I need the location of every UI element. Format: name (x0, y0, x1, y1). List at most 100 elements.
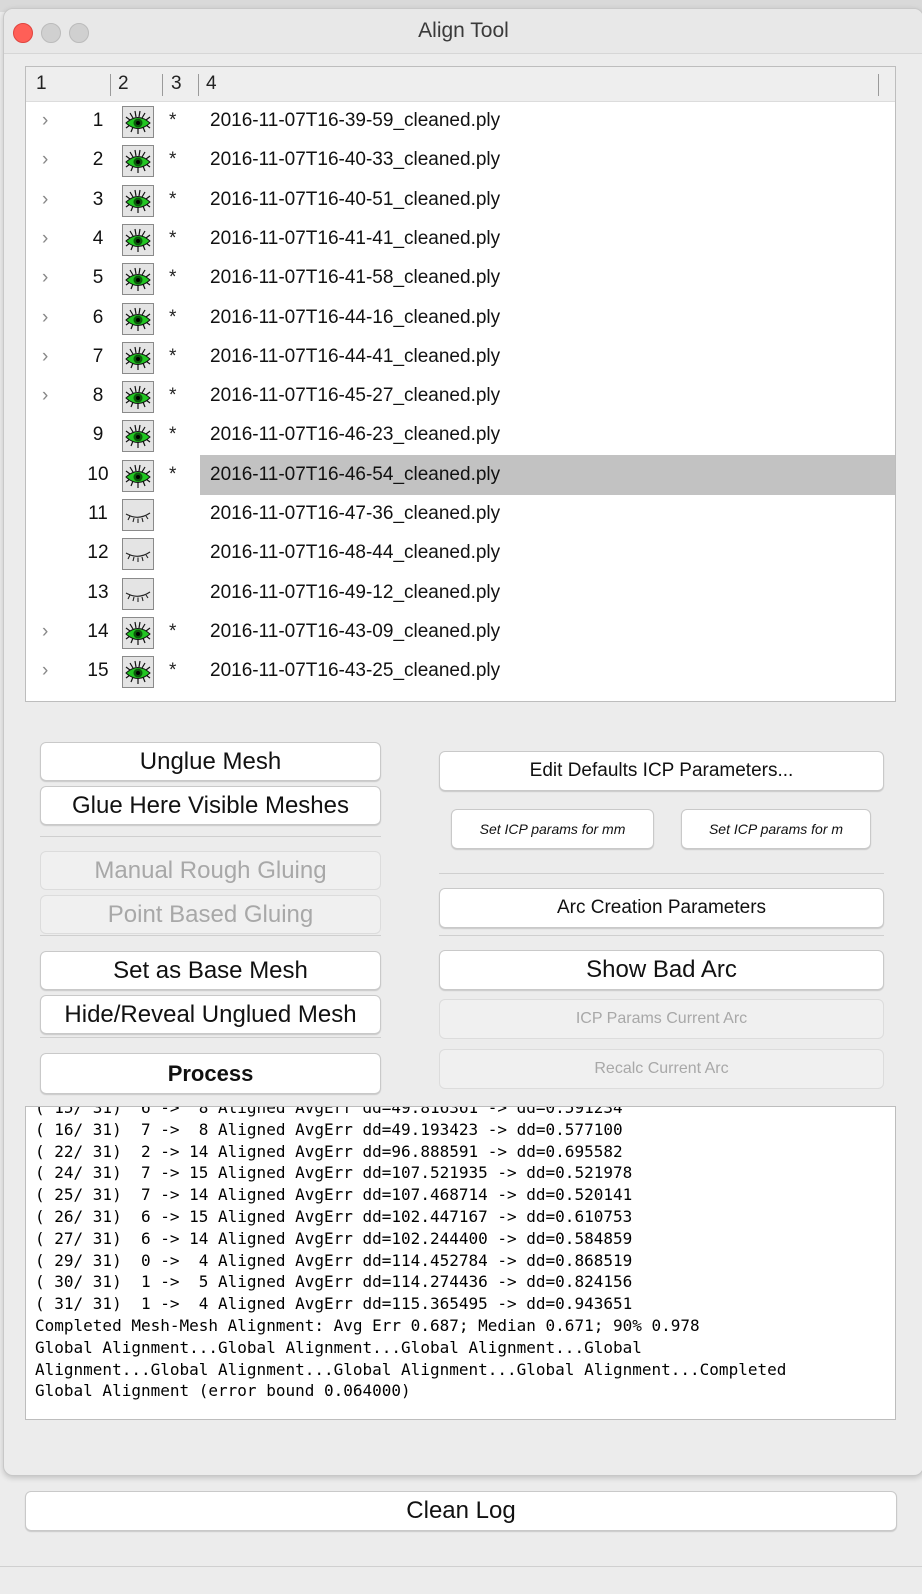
tree-row[interactable]: › 5 * 2016-11-07T16-41-58_cleaned.ply (26, 258, 895, 298)
mesh-filename: 2016-11-07T16-45-27_cleaned.ply (210, 385, 501, 407)
process-button[interactable]: Process (40, 1053, 381, 1094)
chevron-right-icon[interactable]: › (42, 346, 56, 367)
tree-row[interactable]: › 15 * 2016-11-07T16-43-25_cleaned.ply (26, 651, 895, 691)
chevron-right-icon[interactable]: › (42, 386, 56, 406)
chevron-right-icon[interactable]: › (42, 307, 56, 328)
tree-row[interactable]: 9 * 2016-11-07T16-46-23_cleaned.ply (26, 415, 895, 455)
column-divider[interactable] (198, 74, 199, 96)
column-divider[interactable] (878, 74, 879, 96)
separator (439, 873, 884, 874)
column-header-1[interactable]: 1 (36, 67, 47, 101)
tree-row[interactable]: › 2 * 2016-11-07T16-40-33_cleaned.ply (26, 140, 895, 180)
chevron-right-icon[interactable]: › (42, 661, 56, 681)
mesh-index: 3 (92, 188, 104, 210)
tree-row[interactable]: › 1 * 2016-11-07T16-39-59_cleaned.ply (26, 101, 895, 141)
chevron-right-icon[interactable]: › (42, 189, 56, 210)
tree-header: 1 2 3 4 (26, 67, 895, 102)
mesh-index: 9 (92, 424, 104, 446)
log-line: ( 27/ 31) 6 -> 14 Aligned AvgErr dd=102.… (35, 1228, 633, 1248)
eye-open-icon[interactable] (122, 263, 154, 296)
eye-open-icon[interactable] (122, 381, 154, 414)
log-line: ( 25/ 31) 7 -> 14 Aligned AvgErr dd=107.… (35, 1185, 633, 1205)
chevron-right-icon[interactable]: › (42, 150, 56, 170)
log-text: ( 15/ 31) 6 -> 8 Aligned AvgErr dd=49.81… (35, 1107, 786, 1402)
mesh-index: 4 (92, 227, 104, 249)
eye-open-icon[interactable] (122, 106, 154, 138)
glued-marker: * (169, 620, 177, 642)
eye-open-icon[interactable] (122, 616, 154, 649)
eye-closed-icon[interactable] (122, 577, 154, 610)
tree-row[interactable]: 10 * 2016-11-07T16-46-54_cleaned.ply (26, 454, 895, 495)
log-line: ( 31/ 31) 1 -> 4 Aligned AvgErr dd=115.3… (35, 1294, 633, 1314)
hide-reveal-unglued-button[interactable]: Hide/Reveal Unglued Mesh (40, 995, 381, 1034)
chevron-right-icon[interactable]: › (42, 228, 56, 249)
log-line: ( 16/ 31) 7 -> 8 Aligned AvgErr dd=49.19… (35, 1119, 623, 1139)
column-divider[interactable] (110, 74, 111, 96)
eye-open-icon[interactable] (122, 420, 154, 453)
column-header-2[interactable]: 2 (118, 67, 129, 101)
column-divider[interactable] (162, 74, 163, 96)
clean-log-button[interactable]: Clean Log (25, 1491, 897, 1531)
tree-row[interactable]: › 8 * 2016-11-07T16-45-27_cleaned.ply (26, 376, 895, 416)
mesh-filename: 2016-11-07T16-43-25_cleaned.ply (210, 660, 501, 682)
tree-row[interactable]: 11 2016-11-07T16-47-36_cleaned.ply (26, 494, 895, 534)
column-header-3[interactable]: 3 (171, 67, 182, 101)
column-header-4[interactable]: 4 (206, 67, 217, 101)
log-line: ( 22/ 31) 2 -> 14 Aligned AvgErr dd=96.8… (35, 1141, 623, 1161)
mesh-index: 5 (92, 267, 104, 289)
arc-creation-params-button[interactable]: Arc Creation Parameters (439, 888, 884, 928)
chevron-right-icon[interactable]: › (42, 621, 56, 642)
recalc-current-arc-button[interactable]: Recalc Current Arc (439, 1049, 884, 1089)
eye-open-icon[interactable] (122, 302, 154, 335)
mesh-index: 7 (92, 345, 104, 367)
chevron-right-icon[interactable]: › (42, 268, 56, 288)
eye-open-icon[interactable] (122, 656, 154, 689)
unglue-mesh-button[interactable]: Unglue Mesh (40, 742, 381, 781)
eye-open-icon[interactable] (122, 223, 154, 256)
icp-params-m-button[interactable]: Set ICP params for m (681, 809, 871, 849)
eye-closed-icon[interactable] (122, 499, 154, 531)
eye-closed-icon[interactable] (122, 538, 154, 571)
show-bad-arc-button[interactable]: Show Bad Arc (439, 950, 884, 990)
tree-row[interactable]: 13 2016-11-07T16-49-12_cleaned.ply (26, 573, 895, 613)
chevron-right-icon[interactable]: › (42, 111, 56, 131)
log-panel[interactable]: ( 15/ 31) 6 -> 8 Aligned AvgErr dd=49.81… (25, 1106, 896, 1420)
mesh-index: 15 (87, 660, 109, 682)
mesh-index: 1 (92, 110, 104, 131)
manual-rough-gluing-button[interactable]: Manual Rough Gluing (40, 851, 381, 890)
set-base-mesh-button[interactable]: Set as Base Mesh (40, 951, 381, 990)
icp-params-mm-button[interactable]: Set ICP params for mm (451, 809, 654, 849)
tree-row[interactable]: › 4 * 2016-11-07T16-41-41_cleaned.ply (26, 219, 895, 259)
tree-row[interactable]: › 7 * 2016-11-07T16-44-41_cleaned.ply (26, 337, 895, 377)
glued-marker: * (169, 227, 177, 249)
glued-marker: * (169, 110, 177, 131)
mesh-index: 2 (92, 149, 104, 171)
tree-row[interactable]: 12 2016-11-07T16-48-44_cleaned.ply (26, 533, 895, 573)
tree-row[interactable]: › 6 * 2016-11-07T16-44-16_cleaned.ply (26, 298, 895, 338)
point-based-gluing-button[interactable]: Point Based Gluing (40, 895, 381, 934)
log-line: ( 30/ 31) 1 -> 5 Aligned AvgErr dd=114.2… (35, 1272, 633, 1292)
mesh-filename: 2016-11-07T16-46-23_cleaned.ply (210, 424, 501, 446)
eye-open-icon[interactable] (122, 459, 154, 492)
tree-row[interactable]: › 3 * 2016-11-07T16-40-51_cleaned.ply (26, 180, 895, 220)
separator (0, 1566, 922, 1567)
log-line: ( 24/ 31) 7 -> 15 Aligned AvgErr dd=107.… (35, 1163, 633, 1183)
mesh-filename: 2016-11-07T16-46-54_cleaned.ply (200, 454, 895, 495)
mesh-filename: 2016-11-07T16-44-16_cleaned.ply (210, 306, 501, 328)
edit-icp-defaults-button[interactable]: Edit Defaults ICP Parameters... (439, 751, 884, 791)
glue-visible-meshes-button[interactable]: Glue Here Visible Meshes (40, 786, 381, 825)
tree-row[interactable]: › 14 * 2016-11-07T16-43-09_cleaned.ply (26, 612, 895, 652)
mesh-filename: 2016-11-07T16-41-58_cleaned.ply (210, 267, 501, 289)
glued-marker: * (169, 385, 177, 407)
mesh-filename: 2016-11-07T16-49-12_cleaned.ply (210, 581, 501, 603)
window-title: Align Tool (418, 19, 509, 42)
eye-open-icon[interactable] (122, 145, 154, 178)
eye-open-icon[interactable] (122, 341, 154, 374)
mesh-tree[interactable]: 1 2 3 4 › 1 * 2016-11-07T16-39-59_cleaned.p… (25, 66, 896, 702)
mesh-filename: 2016-11-07T16-40-51_cleaned.ply (210, 188, 501, 210)
title-bar[interactable]: Align Tool (4, 9, 922, 54)
eye-open-icon[interactable] (122, 184, 154, 217)
mesh-index: 11 (88, 503, 108, 524)
icp-params-current-arc-button[interactable]: ICP Params Current Arc (439, 999, 884, 1039)
glued-marker: * (169, 267, 177, 289)
